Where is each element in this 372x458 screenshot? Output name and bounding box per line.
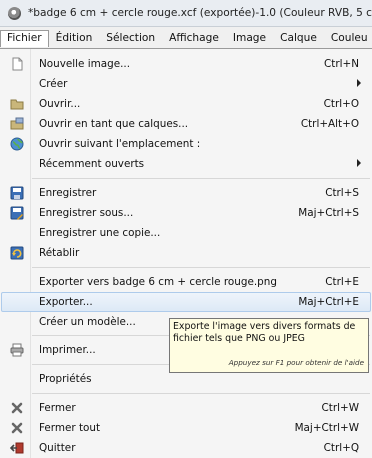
quit-icon xyxy=(10,442,24,454)
close-icon xyxy=(11,402,23,414)
submenu-arrow-icon xyxy=(357,79,361,87)
menu-separator xyxy=(32,178,370,179)
menu-couleurs[interactable]: Couleu xyxy=(324,30,372,46)
fichier-dropdown-menu: Nouvelle image... Ctrl+N Créer Ouvrir...… xyxy=(0,48,372,458)
folder-open-icon xyxy=(10,99,24,110)
printer-icon xyxy=(10,343,24,357)
menu-edition[interactable]: Édition xyxy=(49,30,100,46)
tooltip-text: Exporte l'image vers divers formats de f… xyxy=(173,321,356,344)
menu-item-open-as-layers[interactable]: Ouvrir en tant que calques... Ctrl+Alt+O xyxy=(1,114,371,134)
menu-item-revert[interactable]: Rétablir xyxy=(1,243,371,263)
menu-item-export-to[interactable]: Exporter vers badge 6 cm + cercle rouge.… xyxy=(1,272,371,292)
title-bar: *badge 6 cm + cercle rouge.xcf (exportée… xyxy=(0,0,372,27)
new-image-icon xyxy=(12,57,23,71)
menu-item-open-location[interactable]: Ouvrir suivant l'emplacement : xyxy=(1,134,371,154)
menu-item-quit[interactable]: Quitter Ctrl+Q xyxy=(1,438,371,458)
menu-separator xyxy=(32,267,370,268)
submenu-arrow-icon xyxy=(357,159,361,167)
menu-calque[interactable]: Calque xyxy=(273,30,324,46)
menu-bar: Fichier Édition Sélection Affichage Imag… xyxy=(0,27,372,49)
close-all-icon xyxy=(11,422,23,434)
globe-icon xyxy=(10,137,24,151)
menu-selection[interactable]: Sélection xyxy=(99,30,162,46)
window-title: *badge 6 cm + cercle rouge.xcf (exportée… xyxy=(28,7,372,19)
menu-item-close[interactable]: Fermer Ctrl+W xyxy=(1,398,371,418)
menu-separator xyxy=(32,393,370,394)
save-as-icon xyxy=(10,206,24,220)
menu-item-close-all[interactable]: Fermer tout Maj+Ctrl+W xyxy=(1,418,371,438)
menu-item-recent[interactable]: Récemment ouverts xyxy=(1,154,371,174)
gimp-app-icon xyxy=(8,6,21,20)
menu-item-open[interactable]: Ouvrir... Ctrl+O xyxy=(1,94,371,114)
menu-item-export[interactable]: Exporter... Maj+Ctrl+E xyxy=(1,292,371,312)
save-icon xyxy=(10,186,24,200)
menu-item-save-copy[interactable]: Enregistrer une copie... xyxy=(1,223,371,243)
menu-item-save-as[interactable]: Enregistrer sous... Maj+Ctrl+S xyxy=(1,203,371,223)
menu-item-new-image[interactable]: Nouvelle image... Ctrl+N xyxy=(1,54,371,74)
menu-fichier[interactable]: Fichier xyxy=(0,29,49,47)
menu-item-save[interactable]: Enregistrer Ctrl+S xyxy=(1,183,371,203)
menu-affichage[interactable]: Affichage xyxy=(162,30,226,46)
export-tooltip: Exporte l'image vers divers formats de f… xyxy=(169,318,369,373)
open-as-layers-icon xyxy=(10,117,24,130)
menu-image[interactable]: Image xyxy=(226,30,273,46)
tooltip-help-hint: Appuyez sur F1 pour obtenir de l'aide xyxy=(228,358,364,367)
menu-item-create[interactable]: Créer xyxy=(1,74,371,94)
revert-icon xyxy=(10,246,24,260)
